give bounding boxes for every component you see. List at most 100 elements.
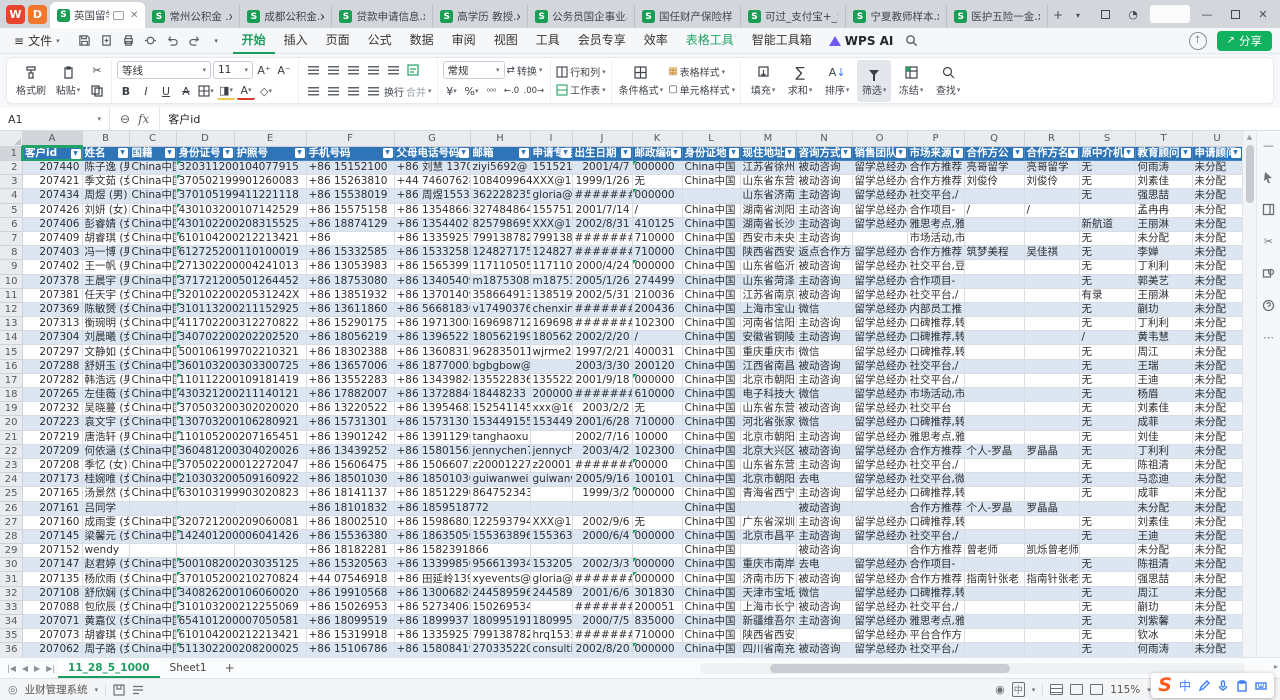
cell[interactable]: 合作项目- xyxy=(907,558,964,572)
cell[interactable]: 山东省临沂 xyxy=(740,260,796,274)
cell[interactable]: 口碑推荐,转 xyxy=(907,416,964,430)
cell[interactable]: China中国 xyxy=(682,458,740,472)
cell[interactable]: +44 07546918 xyxy=(306,572,394,586)
header-cell[interactable]: 申请专用▼ xyxy=(530,146,572,161)
cell[interactable]: ######### xyxy=(572,189,632,203)
cell[interactable] xyxy=(530,487,572,501)
cell[interactable]: +86 1863505000 xyxy=(394,529,470,543)
filter-dropdown-icon[interactable]: ▼ xyxy=(71,149,81,159)
cell[interactable]: 留学总经办 xyxy=(852,274,907,288)
cell[interactable]: 主动咨询 xyxy=(796,529,852,543)
cell[interactable]: 未分配 xyxy=(1192,600,1242,614)
cell[interactable]: +86 15320563 xyxy=(306,558,394,572)
cell[interactable]: +86 19910568 xyxy=(306,586,394,600)
cell[interactable]: 500108200203035125 xyxy=(176,558,306,572)
cell[interactable]: 留学总经办 xyxy=(852,345,907,359)
filter-dropdown-icon[interactable]: ▼ xyxy=(561,148,571,158)
wps-ai-button[interactable]: WPS AI xyxy=(821,34,902,48)
cell[interactable]: 江西省南昌 xyxy=(740,359,796,373)
cell[interactable]: 季文茹 (女 xyxy=(82,175,129,189)
font-color-button[interactable]: A▾ xyxy=(237,82,255,100)
cell[interactable]: 刘素佳 xyxy=(1135,175,1192,189)
cell[interactable]: 郭美艺 xyxy=(1135,274,1192,288)
cell[interactable]: 西安市未央 xyxy=(740,231,796,245)
cell[interactable]: 207265 xyxy=(22,388,82,402)
cell[interactable]: China中国 xyxy=(682,572,740,586)
cell[interactable]: 207160 xyxy=(22,515,82,529)
cell[interactable]: 微信 xyxy=(796,586,852,600)
align-right-icon[interactable] xyxy=(344,82,362,100)
justify-icon[interactable] xyxy=(364,82,382,100)
cell[interactable]: 合作方推荐 xyxy=(907,175,964,189)
sheet-tab[interactable]: Sheet1 xyxy=(160,658,217,678)
cell[interactable]: China中国 xyxy=(129,487,176,501)
cell[interactable]: 罗晶晶 xyxy=(1024,501,1079,515)
first-sheet-icon[interactable]: |◀ xyxy=(4,664,19,673)
cell[interactable]: 207108 xyxy=(22,586,82,600)
cell[interactable]: 吴晓蔓 (女 xyxy=(82,402,129,416)
cell[interactable]: China中国 xyxy=(129,189,176,203)
column-header-J[interactable]: J xyxy=(572,131,632,146)
cell[interactable]: ######### xyxy=(572,600,632,614)
cell[interactable]: 留学总经办 xyxy=(852,189,907,203)
cell[interactable] xyxy=(964,515,1024,529)
cell[interactable]: 留学总经办 xyxy=(852,331,907,345)
cell[interactable]: 口碑推荐,转 xyxy=(907,487,964,501)
column-header-S[interactable]: S xyxy=(1079,131,1135,146)
file-tab[interactable]: S 医护五险一金.xlsx xyxy=(947,5,1048,28)
cell[interactable]: 244589596 xyxy=(470,586,530,600)
cell[interactable] xyxy=(1024,402,1079,416)
filter-dropdown-icon[interactable]: ▼ xyxy=(1124,148,1134,158)
cell[interactable]: 胡睿琪 (女 xyxy=(82,629,129,643)
cell[interactable]: 主动咨询 xyxy=(796,217,852,231)
cell[interactable]: 刘俊伶 xyxy=(1024,175,1079,189)
cell[interactable]: 舒妍玉 (女 xyxy=(82,359,129,373)
row-header[interactable]: 10 xyxy=(0,274,22,288)
align-top-icon[interactable] xyxy=(304,61,322,79)
cell[interactable]: 被动咨询 xyxy=(796,175,852,189)
cell[interactable]: China中国 xyxy=(129,558,176,572)
cell[interactable]: China中国 xyxy=(682,302,740,316)
cell[interactable]: 169698712 xyxy=(530,317,572,331)
cell[interactable]: 138519326 xyxy=(530,288,572,302)
cell[interactable] xyxy=(632,501,682,515)
cell[interactable]: +86 1877000215 xyxy=(394,359,470,373)
list-icon[interactable] xyxy=(132,684,144,696)
cell[interactable]: +86 1354866895 xyxy=(394,203,470,217)
column-header-O[interactable]: O xyxy=(852,131,907,146)
cell[interactable]: 110105200207165451 xyxy=(176,430,306,444)
cell[interactable]: 被动咨询 xyxy=(796,572,852,586)
cell[interactable]: 710000 xyxy=(632,231,682,245)
cell[interactable]: +86 15290175 xyxy=(306,317,394,331)
fill-button[interactable]: 填充▾ xyxy=(746,60,780,102)
cell[interactable]: 000000 xyxy=(632,558,682,572)
cell[interactable]: China中国 xyxy=(682,345,740,359)
cell[interactable]: 留学总经办 xyxy=(852,458,907,472)
cell[interactable]: China中国 xyxy=(129,260,176,274)
cell[interactable]: China中国 xyxy=(682,402,740,416)
cell[interactable] xyxy=(530,600,572,614)
cell[interactable]: 207421 xyxy=(22,175,82,189)
cell[interactable]: 无 xyxy=(632,402,682,416)
cell[interactable] xyxy=(682,189,740,203)
cell[interactable]: 未分配 xyxy=(1192,544,1242,558)
cell[interactable]: 杨眉 xyxy=(1135,388,1192,402)
cell[interactable] xyxy=(964,288,1024,302)
cell[interactable] xyxy=(852,501,907,515)
column-header-B[interactable]: B xyxy=(82,131,129,146)
cell[interactable]: 207219 xyxy=(22,430,82,444)
menu-item-公式[interactable]: 公式 xyxy=(359,28,401,54)
cell[interactable]: 未分配 xyxy=(1192,402,1242,416)
cell[interactable]: ######### xyxy=(572,317,632,331)
cell[interactable]: China中国 xyxy=(129,600,176,614)
cell[interactable]: 180562199 xyxy=(470,331,530,345)
add-sheet-button[interactable]: + xyxy=(217,661,243,675)
cell[interactable]: 未分配 xyxy=(1192,231,1242,245)
save-icon[interactable] xyxy=(74,31,95,51)
cell[interactable]: chenxinyur xyxy=(530,302,572,316)
cell[interactable]: 黄韦慧 xyxy=(1135,331,1192,345)
row-header[interactable]: 26 xyxy=(0,501,22,515)
zoom-chevron-icon[interactable]: ▾ xyxy=(1147,686,1151,694)
cell[interactable]: 被动咨询 xyxy=(796,643,852,657)
cell[interactable]: China中国 xyxy=(682,288,740,302)
